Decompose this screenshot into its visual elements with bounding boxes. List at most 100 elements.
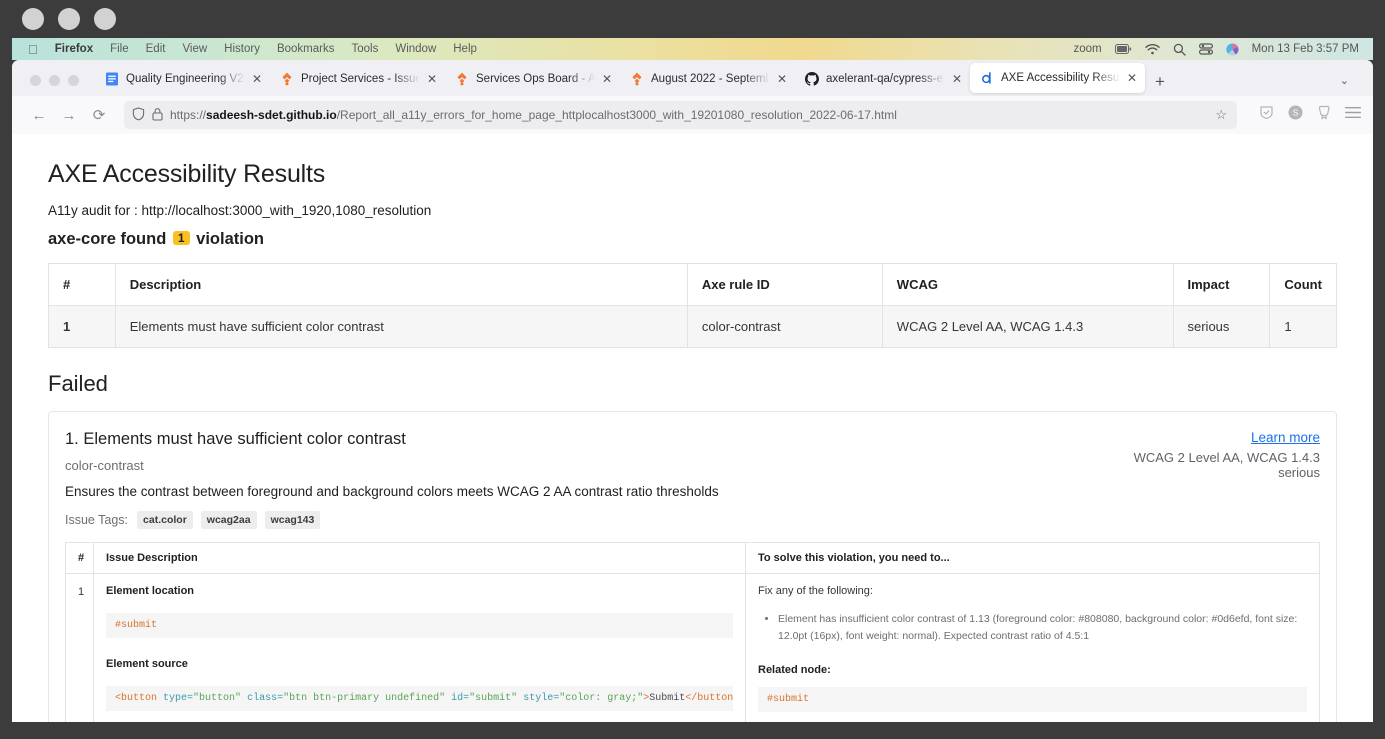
detail-header-solution: To solve this violation, you need to... <box>745 542 1320 574</box>
tab-close-icon[interactable]: ✕ <box>252 73 262 85</box>
summary-cell-description: Elements must have sufficient color cont… <box>114 305 688 348</box>
list-all-tabs-chevron-down-icon[interactable]: ⌄ <box>1340 74 1367 96</box>
issue-tag: cat.color <box>137 511 193 529</box>
page-title: AXE Accessibility Results <box>48 160 326 188</box>
menu-view[interactable]: View <box>182 43 207 55</box>
padlock-icon[interactable] <box>152 107 163 124</box>
menu-history[interactable]: History <box>224 43 260 55</box>
tab-github-cypress[interactable]: axelerant-qa/cypress-e2e-automation ✕ <box>795 64 970 94</box>
control-center-icon[interactable] <box>1198 43 1213 55</box>
hamburger-menu-icon[interactable] <box>1345 106 1361 124</box>
sync-account-icon[interactable]: S <box>1288 105 1303 125</box>
tab-quality-engineering[interactable]: Quality Engineering V2MOM 2023 ✕ <box>95 64 270 94</box>
url-bar[interactable]: https://sadeesh-sdet.github.io/Report_al… <box>124 101 1237 129</box>
table-row: 1 Element location #submit Element sourc… <box>65 573 1320 722</box>
tab-project-services[interactable]: Project Services - Issue Types - Jira ✕ <box>270 64 445 94</box>
url-text[interactable]: https://sadeesh-sdet.github.io/Report_al… <box>170 108 1208 122</box>
issue-tag: wcag2aa <box>200 511 257 529</box>
element-source-code: <button type="button" class="btn btn-pri… <box>106 686 733 711</box>
tab-close-icon[interactable]: ✕ <box>777 73 787 85</box>
summary-table: # Description Axe rule ID WCAG Impact Co… <box>48 263 1337 348</box>
tab-axe-accessibility-results[interactable]: AXE Accessibility Results ✕ <box>970 63 1145 93</box>
axe-icon <box>980 71 994 85</box>
related-node-code: #submit <box>758 686 1307 712</box>
summary-cell-count: 1 <box>1269 305 1337 348</box>
detail-cell-index: 1 <box>65 573 94 722</box>
screen-recording-frame:  Firefox File Edit View History Bookmar… <box>0 0 1385 739</box>
tab-strip: Quality Engineering V2MOM 2023 ✕ Project… <box>12 60 1373 96</box>
found-prefix: axe-core found <box>48 230 167 248</box>
summary-header-rule-id: Axe rule ID <box>686 263 883 306</box>
fix-lead-text: Fix any of the following: <box>758 585 873 597</box>
summary-header-index: # <box>48 263 116 306</box>
wifi-icon[interactable] <box>1144 43 1160 55</box>
table-row: 1 Elements must have sufficient color co… <box>48 305 1337 348</box>
violation-card: 1. Elements must have sufficient color c… <box>48 411 1337 722</box>
menubar-zoom-label[interactable]: zoom <box>1073 43 1101 55</box>
url-scheme: https:// <box>170 108 207 122</box>
jira-icon <box>455 72 469 86</box>
battery-icon[interactable] <box>1114 44 1132 54</box>
element-source-label: Element source <box>106 658 188 670</box>
summary-header-impact: Impact <box>1172 263 1271 306</box>
menu-window[interactable]: Window <box>395 43 436 55</box>
new-tab-button[interactable]: + <box>1145 73 1175 96</box>
tab-close-icon[interactable]: ✕ <box>952 73 962 85</box>
tab-close-icon[interactable]: ✕ <box>602 73 612 85</box>
tab-close-icon[interactable]: ✕ <box>427 73 437 85</box>
page-viewport: AXE Accessibility Results A11y audit for… <box>12 134 1373 722</box>
recording-window-controls <box>0 0 1385 38</box>
apple-logo-icon[interactable]:  <box>28 43 38 56</box>
element-location-code: #submit <box>106 613 733 638</box>
summary-table-header-row: # Description Axe rule ID WCAG Impact Co… <box>48 263 1337 306</box>
window-traffic-lights <box>18 75 95 96</box>
rec-dot-2 <box>58 8 80 30</box>
rec-dot-1 <box>22 8 44 30</box>
spotlight-search-icon[interactable] <box>1173 43 1186 56</box>
shield-icon[interactable] <box>132 106 145 124</box>
summary-cell-wcag: WCAG 2 Level AA, WCAG 1.4.3 <box>881 305 1174 348</box>
url-path: /Report_all_a11y_errors_for_home_page_ht… <box>336 108 897 122</box>
summary-cell-index[interactable]: 1 <box>48 305 116 348</box>
back-button[interactable]: ← <box>24 100 54 130</box>
issue-tags-row: Issue Tags: cat.color wcag2aa wcag143 <box>65 511 1320 529</box>
github-icon <box>805 72 819 86</box>
bookmark-star-icon[interactable]: ☆ <box>1215 107 1229 123</box>
tab-label: Services Ops Board - Agile Board - Jira <box>476 73 595 85</box>
minimize-window-button[interactable] <box>49 75 60 86</box>
close-window-button[interactable] <box>30 75 41 86</box>
tab-august-september[interactable]: August 2022 - September 2022 ✕ <box>620 64 795 94</box>
tab-label: Quality Engineering V2MOM 2023 <box>126 73 245 85</box>
violation-help-text: Ensures the contrast between foreground … <box>65 484 719 499</box>
issue-tags-label: Issue Tags: <box>65 513 129 527</box>
menu-tools[interactable]: Tools <box>351 43 378 55</box>
detail-header-issue-description: Issue Description <box>93 542 746 574</box>
violation-impact: serious <box>1278 465 1320 480</box>
siri-icon[interactable] <box>1225 42 1239 56</box>
code-attr-style: style= <box>523 693 560 704</box>
shield-protection-icon[interactable] <box>1259 105 1274 125</box>
menu-edit[interactable]: Edit <box>146 43 166 55</box>
tab-label: axelerant-qa/cypress-e2e-automation <box>826 73 945 85</box>
summary-header-wcag: WCAG <box>881 263 1174 306</box>
menu-bookmarks[interactable]: Bookmarks <box>277 43 335 55</box>
rec-dot-3 <box>94 8 116 30</box>
learn-more-link[interactable]: Learn more <box>1134 430 1320 445</box>
maximize-window-button[interactable] <box>68 75 79 86</box>
menu-help[interactable]: Help <box>453 43 477 55</box>
menubar-datetime[interactable]: Mon 13 Feb 3:57 PM <box>1252 43 1359 55</box>
pocket-save-icon[interactable] <box>1317 105 1331 125</box>
tab-close-icon[interactable]: ✕ <box>1127 72 1137 84</box>
jira-icon <box>280 72 294 86</box>
forward-button[interactable]: → <box>54 100 84 130</box>
tab-label: August 2022 - September 2022 <box>651 73 770 85</box>
fix-list: Element has insufficient color contrast … <box>778 611 1307 646</box>
toolbar-right-icons: S <box>1243 105 1361 125</box>
tab-services-ops-board[interactable]: Services Ops Board - Agile Board - Jira … <box>445 64 620 94</box>
found-suffix: violation <box>196 230 264 248</box>
menu-firefox[interactable]: Firefox <box>55 43 93 55</box>
detail-cell-solution: Fix any of the following: Element has in… <box>745 573 1320 722</box>
menu-file[interactable]: File <box>110 43 129 55</box>
reload-button[interactable]: ⟳ <box>84 100 114 130</box>
summary-cell-impact: serious <box>1172 305 1271 348</box>
